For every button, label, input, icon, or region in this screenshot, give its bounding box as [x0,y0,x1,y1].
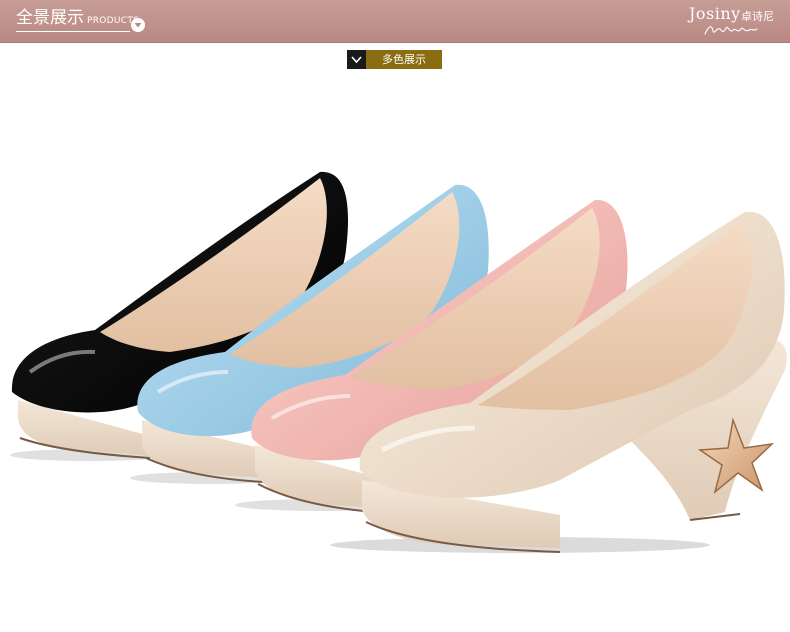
brand-name-cn: 卓诗尼 [741,10,774,23]
brand-signature-icon [704,26,758,35]
color-showcase-tag: 多色展示 [347,50,442,69]
chevron-down-circle-icon[interactable] [131,18,145,32]
title-underline [16,31,130,32]
section-title-cn: 全景展示 [16,8,84,28]
brand-name: Josiny [689,4,741,23]
product-photo [10,171,787,553]
header-banner: 全景展示 PRODUCTS Josiny 卓诗尼 [0,0,790,43]
chevron-down-icon [347,50,366,69]
color-showcase-label: 多色展示 [366,50,442,69]
brand-logo: Josiny 卓诗尼 [689,4,781,38]
section-title: 全景展示 PRODUCTS [16,8,139,28]
